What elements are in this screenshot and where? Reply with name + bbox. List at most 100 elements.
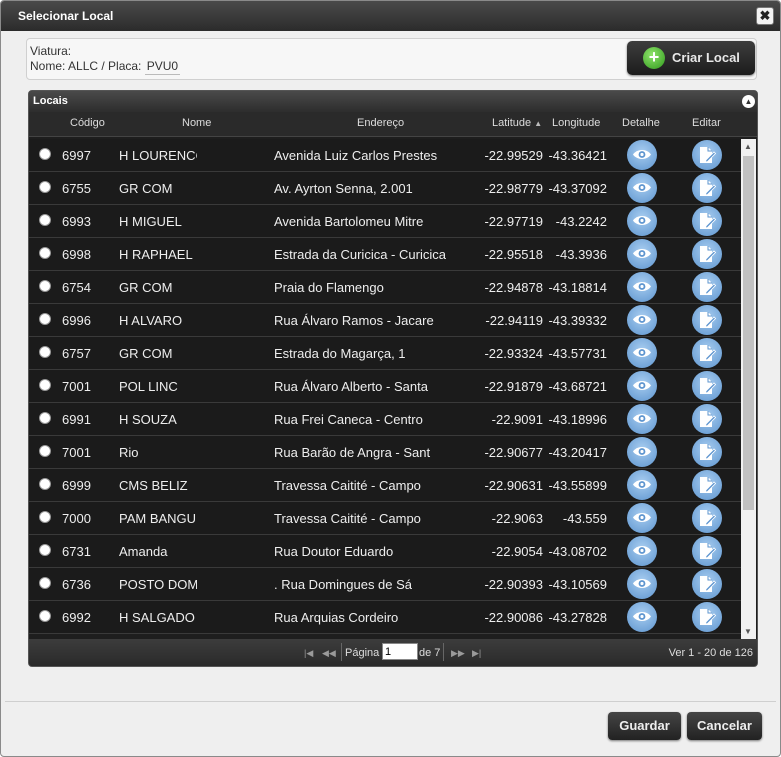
table-row[interactable]: 6998 H RAPHAEL Estrada da Curicica - Curic… bbox=[29, 238, 741, 271]
eye-icon[interactable] bbox=[627, 140, 657, 170]
table-row[interactable]: 6993 H MIGUEL Avenida Bartolomeu Mitre -22.… bbox=[29, 205, 741, 238]
cell-codigo: 7001 bbox=[62, 379, 91, 394]
cell-codigo: 6757 bbox=[62, 346, 91, 361]
table-row[interactable]: 6992 H SALGADO Rua Arquias Cordeiro -22.900… bbox=[29, 601, 741, 634]
cell-nome: POL LINC bbox=[119, 379, 178, 394]
table-row[interactable]: 6997 H LOURENCO Avenida Luiz Carlos Preste… bbox=[29, 139, 741, 172]
page-input[interactable] bbox=[382, 643, 418, 660]
next-page-icon[interactable]: ▶▶ bbox=[451, 648, 465, 659]
cell-longitude: -43.37092 bbox=[548, 181, 607, 196]
edit-icon[interactable] bbox=[692, 305, 722, 335]
scroll-thumb[interactable] bbox=[743, 156, 754, 510]
last-page-icon[interactable]: ▶| bbox=[472, 648, 481, 659]
guardar-button[interactable]: Guardar bbox=[608, 712, 681, 740]
cell-latitude: -22.9063 bbox=[491, 511, 543, 526]
cell-nome: PAM BANGU bbox=[119, 511, 197, 526]
table-row[interactable]: 7001 Rio Rua Barão de Angra - Sant -22.9067… bbox=[29, 436, 741, 469]
edit-icon[interactable] bbox=[692, 371, 722, 401]
table-row[interactable]: 6754 GR COM Praia do Flamengo -22.94878 -43.… bbox=[29, 271, 741, 304]
criar-local-label: Criar Local bbox=[672, 50, 740, 65]
cell-nome: GR COM bbox=[119, 280, 173, 295]
row-select-radio[interactable] bbox=[39, 577, 51, 589]
table-row[interactable]: 6736 POSTO DOMI . Rua Domingues de Sá -22.9… bbox=[29, 568, 741, 601]
table-row[interactable]: 7001 POL LINC Rua Álvaro Alberto - Santa -2… bbox=[29, 370, 741, 403]
eye-icon[interactable] bbox=[627, 437, 657, 467]
row-select-radio[interactable] bbox=[39, 214, 51, 226]
eye-icon[interactable] bbox=[627, 173, 657, 203]
row-select-radio[interactable] bbox=[39, 181, 51, 193]
table-row[interactable]: 6731 Amanda Rua Doutor Eduardo -22.9054 -43.… bbox=[29, 535, 741, 568]
eye-icon[interactable] bbox=[627, 536, 657, 566]
table-row[interactable]: 6999 CMS BELIZ Travessa Caitité - Campo -22… bbox=[29, 469, 741, 502]
eye-icon[interactable] bbox=[627, 569, 657, 599]
edit-icon[interactable] bbox=[692, 239, 722, 269]
table-row[interactable]: 6755 GR COM Av. Ayrton Senna, 2.001 -22.987… bbox=[29, 172, 741, 205]
row-select-radio[interactable] bbox=[39, 247, 51, 259]
first-page-icon[interactable]: |◀ bbox=[304, 648, 313, 659]
eye-icon[interactable] bbox=[627, 602, 657, 632]
edit-icon[interactable] bbox=[692, 173, 722, 203]
eye-icon[interactable] bbox=[627, 272, 657, 302]
col-codigo[interactable]: Código bbox=[70, 117, 105, 129]
row-select-radio[interactable] bbox=[39, 610, 51, 622]
edit-icon[interactable] bbox=[692, 536, 722, 566]
criar-local-button[interactable]: + Criar Local bbox=[627, 41, 755, 75]
cell-nome: CMS BELIZ bbox=[119, 478, 188, 493]
edit-icon[interactable] bbox=[692, 569, 722, 599]
scroll-down-icon[interactable]: ▼ bbox=[744, 627, 752, 636]
vertical-scrollbar[interactable]: ▲ ▼ bbox=[741, 139, 756, 639]
edit-icon[interactable] bbox=[692, 437, 722, 467]
cell-nome: H SOUZA bbox=[119, 412, 177, 427]
cell-longitude: -43.08702 bbox=[548, 544, 607, 559]
row-select-radio[interactable] bbox=[39, 379, 51, 391]
cell-codigo: 6998 bbox=[62, 247, 91, 262]
col-latitude[interactable]: Latitude ▲ bbox=[492, 117, 542, 129]
collapse-icon[interactable]: ▲ bbox=[742, 95, 755, 108]
table-row[interactable]: 6757 GR COM Estrada do Magarça, 1 -22.93324… bbox=[29, 337, 741, 370]
col-longitude[interactable]: Longitude bbox=[552, 117, 600, 129]
cancelar-button[interactable]: Cancelar bbox=[687, 712, 762, 740]
eye-icon[interactable] bbox=[627, 371, 657, 401]
eye-icon[interactable] bbox=[627, 338, 657, 368]
prev-page-icon[interactable]: ◀◀ bbox=[322, 648, 336, 659]
eye-icon[interactable] bbox=[627, 305, 657, 335]
cell-latitude: -22.94878 bbox=[484, 280, 543, 295]
row-select-radio[interactable] bbox=[39, 445, 51, 457]
row-select-radio[interactable] bbox=[39, 313, 51, 325]
edit-icon[interactable] bbox=[692, 503, 722, 533]
row-select-radio[interactable] bbox=[39, 544, 51, 556]
edit-icon[interactable] bbox=[692, 470, 722, 500]
edit-icon[interactable] bbox=[692, 338, 722, 368]
edit-icon[interactable] bbox=[692, 602, 722, 632]
table-row[interactable]: 6996 H ALVARO Rua Álvaro Ramos - Jacare -22… bbox=[29, 304, 741, 337]
row-select-radio[interactable] bbox=[39, 280, 51, 292]
cell-longitude: -43.2242 bbox=[555, 214, 607, 229]
eye-icon[interactable] bbox=[627, 503, 657, 533]
col-endereco[interactable]: Endereço bbox=[357, 117, 404, 129]
cell-endereco: Av. Ayrton Senna, 2.001 bbox=[274, 181, 413, 196]
cell-nome: Rio bbox=[119, 445, 139, 460]
table-row[interactable]: 7000 PAM BANGU Travessa Caitité - Campo -22… bbox=[29, 502, 741, 535]
edit-icon[interactable] bbox=[692, 140, 722, 170]
cell-codigo: 6996 bbox=[62, 313, 91, 328]
row-select-radio[interactable] bbox=[39, 148, 51, 160]
row-select-radio[interactable] bbox=[39, 412, 51, 424]
col-nome[interactable]: Nome bbox=[182, 117, 211, 129]
close-icon[interactable]: ✖ bbox=[756, 7, 774, 25]
cell-nome: H RAPHAEL bbox=[119, 247, 193, 262]
cell-latitude: -22.93324 bbox=[484, 346, 543, 361]
table-row[interactable]: 6991 H SOUZA Rua Frei Caneca - Centro -22.9… bbox=[29, 403, 741, 436]
edit-icon[interactable] bbox=[692, 272, 722, 302]
cell-longitude: -43.27828 bbox=[548, 610, 607, 625]
eye-icon[interactable] bbox=[627, 470, 657, 500]
scroll-up-icon[interactable]: ▲ bbox=[744, 142, 752, 151]
row-select-radio[interactable] bbox=[39, 511, 51, 523]
eye-icon[interactable] bbox=[627, 404, 657, 434]
row-select-radio[interactable] bbox=[39, 478, 51, 490]
edit-icon[interactable] bbox=[692, 206, 722, 236]
edit-icon[interactable] bbox=[692, 404, 722, 434]
row-select-radio[interactable] bbox=[39, 346, 51, 358]
eye-icon[interactable] bbox=[627, 239, 657, 269]
cell-longitude: -43.559 bbox=[562, 511, 607, 526]
eye-icon[interactable] bbox=[627, 206, 657, 236]
